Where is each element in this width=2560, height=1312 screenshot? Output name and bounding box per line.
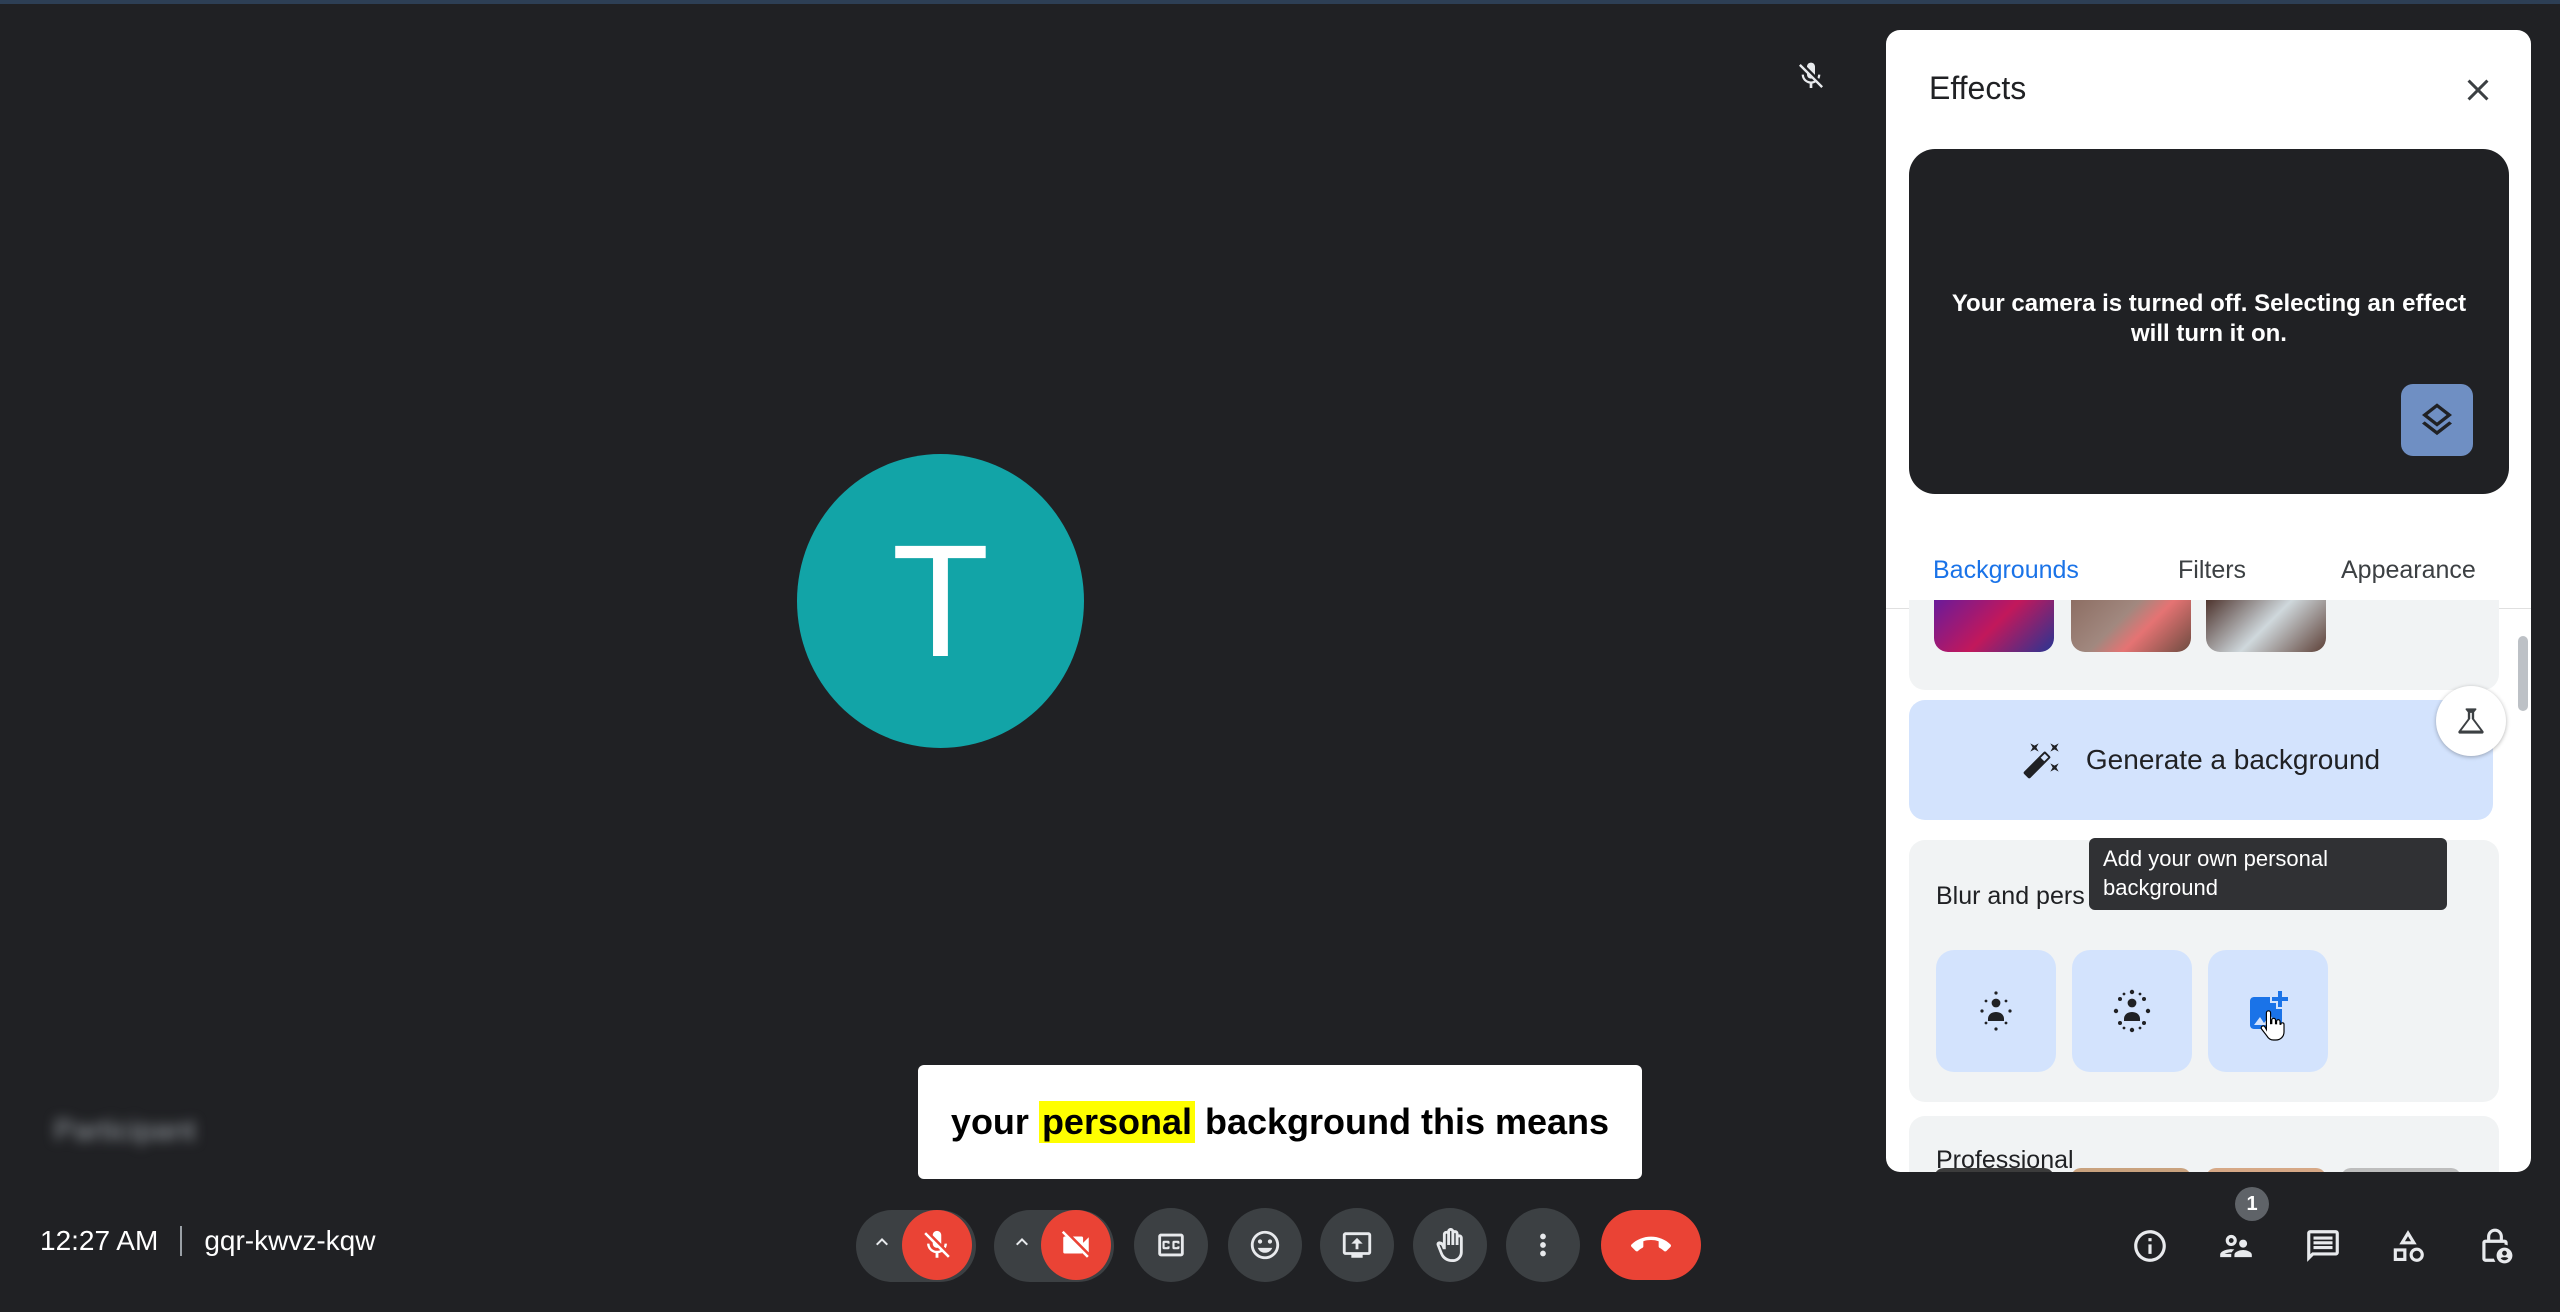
participant-avatar: T xyxy=(797,454,1084,748)
effects-panel: Effects Your camera is turned off. Selec… xyxy=(1886,30,2531,1172)
top-bar xyxy=(0,0,2560,4)
participant-name-label: Participant xyxy=(54,1114,196,1147)
effects-tabs: Backgrounds Filters Appearance xyxy=(1886,542,2531,609)
background-thumbnail[interactable] xyxy=(2071,1168,2191,1172)
panel-scrollbar[interactable] xyxy=(2518,636,2528,711)
meeting-info-divider xyxy=(180,1226,183,1256)
leave-call-button[interactable] xyxy=(1601,1210,1701,1280)
slight-blur-button[interactable] xyxy=(1936,950,2056,1072)
send-reaction-button[interactable] xyxy=(1228,1208,1302,1282)
panel-title: Effects xyxy=(1929,70,2027,106)
labs-button[interactable] xyxy=(2436,686,2506,756)
videocam-off-icon xyxy=(1061,1230,1089,1258)
captions-button[interactable] xyxy=(1134,1208,1208,1282)
meeting-info: 12:27 AM gqr-kwvz-kqw xyxy=(40,1225,375,1257)
host-controls-button[interactable] xyxy=(2475,1226,2515,1266)
layers-icon xyxy=(2422,403,2452,436)
chat-icon xyxy=(2307,1230,2339,1262)
background-thumbnail[interactable] xyxy=(1934,1168,2054,1172)
tab-backgrounds[interactable]: Backgrounds xyxy=(1933,556,2079,585)
more-options-button[interactable] xyxy=(1506,1208,1580,1282)
present-screen-icon xyxy=(1342,1232,1372,1258)
mic-off-icon xyxy=(924,1230,950,1258)
background-thumbnail[interactable] xyxy=(2341,1168,2461,1172)
caption-text-before: your xyxy=(950,1101,1029,1142)
background-thumbnail[interactable] xyxy=(2071,600,2191,652)
full-blur-icon xyxy=(2113,989,2151,1033)
more-vert-icon xyxy=(1540,1233,1546,1257)
camera-preview: Your camera is turned off. Selecting an … xyxy=(1909,149,2509,494)
mic-options-chevron-icon[interactable] xyxy=(870,1230,894,1254)
muted-mic-indicator-icon xyxy=(1795,60,1827,92)
background-thumbnails-row xyxy=(1909,600,2499,690)
caption-text-after: background this means xyxy=(1204,1101,1610,1142)
lock-person-icon xyxy=(2482,1228,2513,1264)
live-caption: your personal background this means xyxy=(918,1065,1642,1179)
raise-hand-button[interactable] xyxy=(1413,1208,1487,1282)
caption-highlighted-word: personal xyxy=(1038,1101,1195,1143)
people-button[interactable] xyxy=(2216,1226,2256,1266)
emoji-icon xyxy=(1250,1230,1280,1260)
meeting-code: gqr-kwvz-kqw xyxy=(204,1225,376,1256)
hand-cursor-icon xyxy=(2258,1008,2286,1044)
full-blur-button[interactable] xyxy=(2072,950,2192,1072)
generate-background-button[interactable]: Generate a background xyxy=(1909,700,2493,820)
camera-off-message: Your camera is turned off. Selecting an … xyxy=(1951,290,2467,347)
close-icon xyxy=(2467,79,2489,101)
slight-blur-icon xyxy=(1980,991,2012,1031)
info-icon xyxy=(2134,1230,2166,1262)
generate-background-label: Generate a background xyxy=(2085,744,2381,775)
blur-section-label: Blur and pers xyxy=(1936,882,2085,910)
magic-wand-icon xyxy=(2023,743,2059,779)
activities-button[interactable] xyxy=(2388,1226,2428,1266)
background-thumbnail[interactable] xyxy=(1934,600,2054,652)
meeting-details-button[interactable] xyxy=(2130,1226,2170,1266)
meeting-time: 12:27 AM xyxy=(40,1225,159,1256)
closed-caption-icon xyxy=(1158,1233,1184,1257)
mic-off-button[interactable] xyxy=(902,1210,972,1280)
people-icon xyxy=(2220,1234,2252,1258)
activities-shapes-icon xyxy=(2393,1230,2424,1262)
effects-layers-button[interactable] xyxy=(2401,384,2473,456)
close-panel-button[interactable] xyxy=(2458,70,2498,110)
background-thumbnail[interactable] xyxy=(2206,1168,2326,1172)
camera-options-chevron-icon[interactable] xyxy=(1010,1230,1034,1254)
avatar-letter: T xyxy=(891,511,990,690)
tab-appearance[interactable]: Appearance xyxy=(2341,556,2476,585)
flask-icon xyxy=(2458,708,2484,734)
tab-filters[interactable]: Filters xyxy=(2178,556,2246,585)
chat-button[interactable] xyxy=(2303,1226,2343,1266)
call-end-icon xyxy=(1631,1236,1671,1252)
camera-off-button[interactable] xyxy=(1041,1210,1111,1280)
professional-section: Professional xyxy=(1909,1116,2499,1172)
people-count-badge: 1 xyxy=(2235,1187,2269,1221)
raise-hand-icon xyxy=(1436,1228,1463,1262)
background-thumbnail[interactable] xyxy=(2206,600,2326,652)
present-now-button[interactable] xyxy=(1320,1208,1394,1282)
add-background-tooltip: Add your own personal background xyxy=(2089,838,2447,910)
